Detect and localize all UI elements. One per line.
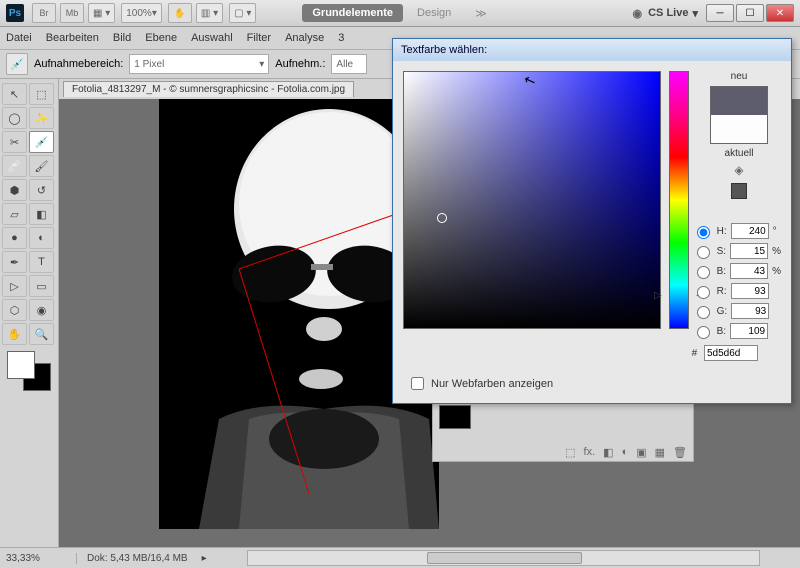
new-label: neu [697,71,781,82]
sample-size-select[interactable]: 1 Pixel▾ [129,54,269,74]
screen-select[interactable]: ▢ ▾ [229,3,256,23]
hex-input[interactable] [704,345,758,361]
window-minimize[interactable]: ─ [706,4,734,22]
b-input[interactable] [730,263,768,279]
menu-analyse[interactable]: Analyse [285,32,324,44]
link-icon[interactable]: ⬚ [565,446,575,459]
s-radio[interactable] [697,246,710,259]
trash-icon[interactable]: 🗑 [673,446,687,459]
path-tool[interactable]: ▷ [2,275,27,297]
r-radio[interactable] [697,286,710,299]
workspace-design[interactable]: Design [407,4,461,22]
color-picker-dialog: Textfarbe wählen: neu aktuell ◈ H: ° S: … [392,38,792,404]
crop-tool[interactable]: ✂ [2,131,27,153]
brush-tool[interactable]: 🖌 [29,155,54,177]
3d-tool[interactable]: ⬡ [2,299,27,321]
menu-bearbeiten[interactable]: Bearbeiten [46,32,99,44]
layer-thumb[interactable] [439,405,471,429]
zoom-tool[interactable]: 🔍 [29,323,54,345]
sample-label: Aufnehm.: [275,58,325,70]
sample-select[interactable]: Alle [331,54,367,74]
dodge-tool[interactable]: ◐ [29,227,54,249]
h-scrollbar[interactable] [247,550,760,566]
view-select[interactable]: ▦ ▾ [88,3,115,23]
pen-tool[interactable]: ✒ [2,251,27,273]
web-colors-checkbox[interactable] [411,377,424,390]
wand-tool[interactable]: ✨ [29,107,54,129]
arrange-select[interactable]: ▥ ▾ [196,3,223,23]
folder-icon[interactable]: ▣ [636,446,646,459]
h-input[interactable] [731,223,769,239]
status-bar: 33,33% Dok: 5,43 MB/16,4 MB ▸ [0,547,800,568]
saturation-value-box[interactable] [403,71,661,329]
hue-slider[interactable] [669,71,689,329]
menu-3d[interactable]: 3 [338,32,344,44]
eraser-tool[interactable]: ▱ [2,203,27,225]
layers-panel: ⬚ fx. ◧ ◐ ▣ ▦ 🗑 [432,400,694,462]
hand-icon[interactable]: ✋ [168,3,192,23]
workspace-more[interactable]: ≫ [465,4,497,23]
heal-tool[interactable]: 🩹 [2,155,27,177]
menu-datei[interactable]: Datei [6,32,32,44]
window-maximize[interactable]: ☐ [736,4,764,22]
color-inputs: H: ° S: % B: % R: G: B: # [692,219,781,365]
stamp-tool[interactable]: ⬢ [2,179,27,201]
type-tool[interactable]: T [29,251,54,273]
current-label: aktuell [697,148,781,159]
new-layer-icon[interactable]: ▦ [655,446,665,459]
shape-tool[interactable]: ▭ [29,275,54,297]
sample-size-label: Aufnahmebereich: [34,58,123,70]
zoom-select[interactable]: 100% ▾ [121,3,162,23]
minibridge-icon[interactable]: Mb [60,3,84,23]
doc-size-status: Dok: 5,43 MB/16,4 MB [77,553,198,564]
adjustment-icon[interactable]: ◐ [622,446,629,459]
sv-cursor[interactable] [437,213,447,223]
h-radio[interactable] [697,226,710,239]
menu-bild[interactable]: Bild [113,32,131,44]
g-radio[interactable] [697,306,710,319]
fx-icon[interactable]: fx. [584,446,596,459]
menu-filter[interactable]: Filter [247,32,271,44]
zoom-status[interactable]: 33,33% [0,553,77,564]
web-colors-label: Nur Webfarben anzeigen [431,378,553,390]
photoshop-icon: Ps [6,4,24,22]
marquee-tool[interactable]: ⬚ [29,83,54,105]
eyedropper-tool[interactable]: 💉 [29,131,54,153]
tool-palette: ↖⬚ ◯✨ ✂💉 🩹🖌 ⬢↺ ▱◧ ●◐ ✒T ▷▭ ⬡◉ ✋🔍 [0,79,59,551]
lasso-tool[interactable]: ◯ [2,107,27,129]
workspace-grundelemente[interactable]: Grundelemente [302,4,403,22]
b2-radio[interactable] [697,326,710,339]
r-input[interactable] [731,283,769,299]
history-brush-tool[interactable]: ↺ [29,179,54,201]
document-tab[interactable]: Fotolia_4813297_M - © sumnersgraphicsinc… [63,81,354,97]
color-preview[interactable] [710,86,768,144]
hand-tool[interactable]: ✋ [2,323,27,345]
color-picker-title[interactable]: Textfarbe wählen: [393,39,791,61]
foreground-swatch[interactable] [7,351,35,379]
blur-tool[interactable]: ● [2,227,27,249]
app-titlebar: Ps Br Mb ▦ ▾ 100% ▾ ✋ ▥ ▾ ▢ ▾ Grundeleme… [0,0,800,27]
new-color [711,87,767,115]
gradient-tool[interactable]: ◧ [29,203,54,225]
menu-ebene[interactable]: Ebene [145,32,177,44]
bridge-icon[interactable]: Br [32,3,56,23]
window-close[interactable]: ✕ [766,4,794,22]
eyedropper-icon[interactable]: 💉 [6,53,28,75]
cs-live-button[interactable]: CS Live ▾ [633,7,699,20]
b-radio[interactable] [697,266,710,279]
menu-auswahl[interactable]: Auswahl [191,32,233,44]
camera-tool[interactable]: ◉ [29,299,54,321]
g-input[interactable] [731,303,769,319]
s-input[interactable] [730,243,768,259]
warning-swatch[interactable] [731,183,747,199]
move-tool[interactable]: ↖ [2,83,27,105]
b2-input[interactable] [730,323,768,339]
current-color [711,115,767,143]
color-swatches[interactable] [7,351,51,391]
mask-icon[interactable]: ◧ [603,446,613,459]
